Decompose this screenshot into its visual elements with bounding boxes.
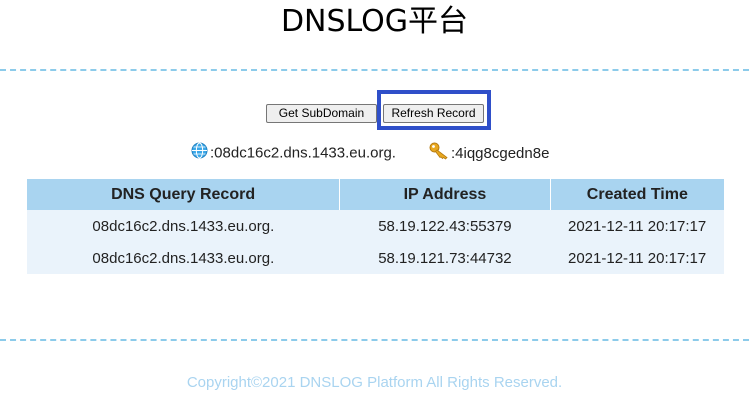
created-time-cell: 2021-12-11 20:17:17 [550, 210, 724, 242]
ip-address-cell: 58.19.122.43:55379 [339, 210, 551, 242]
get-subdomain-button[interactable]: Get SubDomain [266, 104, 377, 123]
column-header-dns-query-record: DNS Query Record [27, 179, 341, 210]
dns-records-table: DNS Query Record IP Address Created Time… [27, 179, 724, 274]
refresh-record-button[interactable]: Refresh Record [383, 104, 484, 123]
dns-query-cell: 08dc16c2.dns.1433.eu.org. [27, 210, 340, 242]
page-title: DNSLOG平台 [280, 4, 469, 39]
key-icon [429, 142, 449, 166]
subdomain-info: :08dc16c2.dns.1433.eu.org. [191, 142, 396, 162]
globe-icon [191, 142, 208, 165]
column-header-created-time: Created Time [550, 179, 724, 210]
page: DNSLOG平台 Get SubDomain Refresh Record :0… [0, 0, 749, 403]
dns-query-cell: 08dc16c2.dns.1433.eu.org. [27, 242, 340, 274]
ip-address-cell: 58.19.121.73:44732 [339, 242, 551, 274]
created-time-cell: 2021-12-11 20:17:17 [550, 242, 724, 274]
table-row: 08dc16c2.dns.1433.eu.org. 58.19.122.43:5… [27, 210, 724, 242]
table-header-row: DNS Query Record IP Address Created Time [27, 179, 724, 210]
bottom-divider [0, 339, 749, 341]
footer-copyright: Copyright©2021 DNSLOG Platform All Right… [186, 374, 563, 391]
subdomain-text: :08dc16c2.dns.1433.eu.org. [210, 144, 396, 162]
token-info: :4iqg8cgedn8e [429, 142, 549, 162]
table-row: 08dc16c2.dns.1433.eu.org. 58.19.121.73:4… [27, 242, 724, 274]
column-header-ip-address: IP Address [339, 179, 551, 210]
token-text: :4iqg8cgedn8e [451, 144, 550, 162]
top-divider [0, 69, 749, 71]
